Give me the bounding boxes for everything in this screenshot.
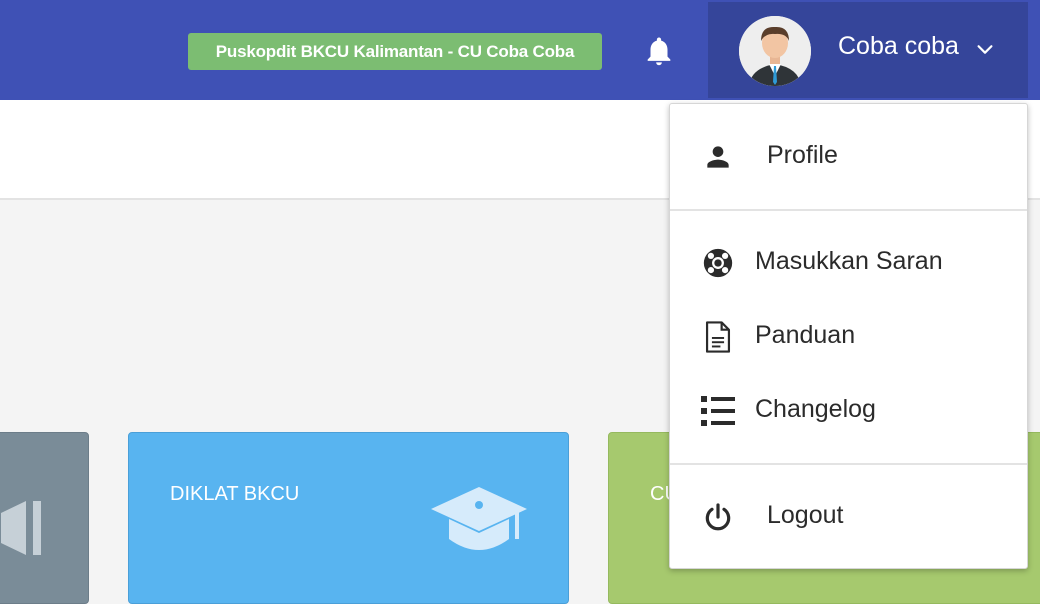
speaker-icon [1,501,41,555]
menu-item-guide[interactable]: Panduan [670,311,1027,361]
lifebuoy-icon [700,245,736,281]
list-icon [700,393,736,429]
chevron-down-icon [977,45,993,54]
dashboard-card-diklat[interactable]: DIKLAT BKCU [128,432,569,604]
menu-item-label: Masukkan Saran [755,247,943,275]
notifications-button[interactable] [640,32,678,70]
menu-item-label: Panduan [755,321,856,349]
bell-icon [647,37,671,66]
menu-item-suggestion[interactable]: Masukkan Saran [670,237,1027,287]
menu-item-label: Changelog [755,395,876,423]
menu-item-label: Logout [767,501,844,529]
user-dropdown-menu: Profile Masukkan Saran Panduan Changelog… [669,103,1028,569]
person-icon [700,139,736,175]
user-menu-toggle[interactable]: Coba coba [708,2,1028,98]
menu-item-label: Profile [767,141,838,169]
document-icon [700,319,736,355]
dashboard-card-announcement[interactable] [0,432,89,604]
power-icon [700,499,736,535]
menu-item-logout[interactable]: Logout [670,491,1027,541]
menu-divider [670,463,1027,465]
menu-divider [670,209,1027,211]
user-avatar [739,16,811,86]
menu-item-changelog[interactable]: Changelog [670,385,1027,435]
card-title: DIKLAT BKCU [170,483,300,505]
user-name: Coba coba [838,32,959,60]
organization-badge: Puskopdit BKCU Kalimantan - CU Coba Coba [188,33,602,70]
graduation-cap-icon [431,487,527,550]
top-navbar: Puskopdit BKCU Kalimantan - CU Coba Coba… [0,0,1040,100]
menu-item-profile[interactable]: Profile [670,131,1027,181]
